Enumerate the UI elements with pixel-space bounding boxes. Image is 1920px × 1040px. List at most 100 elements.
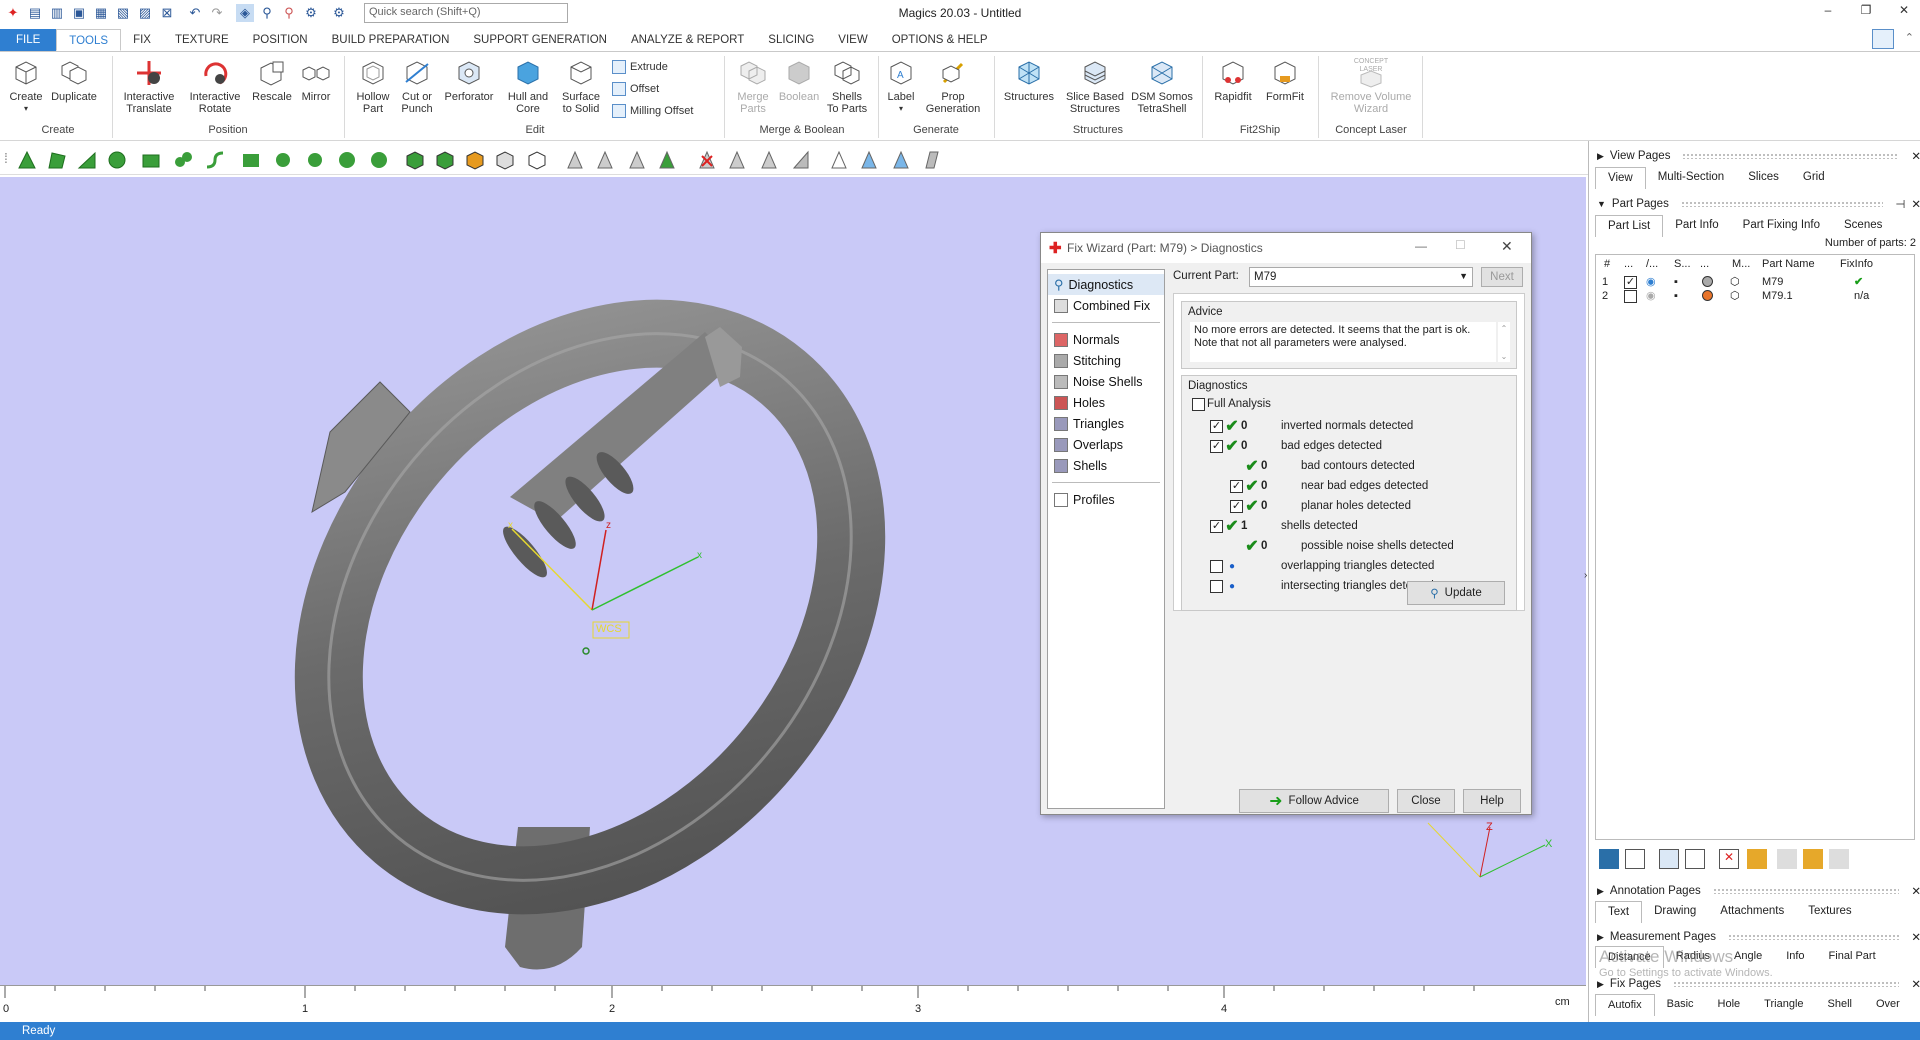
nav-shells[interactable]: Shells [1048,455,1164,476]
merge-parts-button[interactable]: Merge Parts [730,58,776,115]
label-button[interactable]: A Label ▾ [884,58,918,115]
hollow-part-button[interactable]: Hollow Part [352,58,394,115]
nav-holes[interactable]: Holes [1048,392,1164,413]
select-curve-icon[interactable] [204,150,226,170]
part-box-5-icon[interactable] [526,150,548,170]
settings-icon[interactable]: ⚙ [302,4,320,22]
select-clover-icon[interactable] [304,150,326,170]
close-button[interactable]: Close [1397,789,1455,813]
boolean-button[interactable]: Boolean [776,58,822,103]
close-icon[interactable]: ✕ [1911,884,1920,898]
full-analysis-row[interactable]: Full Analysis [1192,394,1271,414]
tab-hole[interactable]: Hole [1706,994,1753,1016]
delete-part-icon[interactable]: ✕ [1719,849,1739,869]
column-header[interactable]: ... [1700,255,1709,273]
nav-diagnostics[interactable]: ⚲ Diagnostics [1048,274,1164,295]
column-header[interactable]: ... [1624,255,1633,273]
color-dot[interactable] [1702,276,1713,287]
close-icon[interactable]: ✕ [1911,149,1920,163]
diag-checkbox[interactable]: ✓ [1230,499,1243,513]
triangle-tool-5-icon[interactable] [726,150,748,170]
tab-grid[interactable]: Grid [1791,167,1837,189]
tab-scenes[interactable]: Scenes [1832,215,1894,237]
prop-generation-button[interactable]: Prop Generation [920,58,986,115]
shading-icon[interactable]: ▪ [1674,289,1678,303]
tab-triangle[interactable]: Triangle [1752,994,1815,1016]
triangle-tool-icon[interactable] [564,150,586,170]
tab-position[interactable]: POSITION [241,29,320,51]
eye-icon[interactable]: ◉ [1646,289,1656,303]
splitter-handle-icon[interactable]: › [1584,570,1587,581]
select-surface-icon[interactable] [76,150,98,170]
save-icon[interactable]: ▣ [70,4,88,22]
column-header[interactable]: S... [1674,255,1691,273]
nav-noise-shells[interactable]: Noise Shells [1048,371,1164,392]
select-flower-icon[interactable] [272,150,294,170]
tab-angle[interactable]: Angle [1722,946,1774,968]
undo-icon[interactable]: ↶ [186,4,204,22]
row-checkbox[interactable] [1624,290,1637,303]
fix-pages-header[interactable]: ▶ Fix Pages ✕ [1589,975,1920,993]
nav-combined-fix[interactable]: Combined Fix [1048,295,1164,316]
part-action-icon[interactable] [1829,849,1849,869]
annotation-pages-header[interactable]: ▶ Annotation Pages ✕ [1589,882,1920,900]
duplicate-button[interactable]: Duplicate [48,58,100,103]
nav-overlaps[interactable]: Overlaps [1048,434,1164,455]
create-button[interactable]: Create ▾ [8,58,44,115]
interactive-translate-button[interactable]: Interactive Translate [118,58,180,115]
quick-search-input[interactable]: Quick search (Shift+Q) [364,3,568,23]
tab-attachments[interactable]: Attachments [1708,901,1796,923]
triangle-tool-6-icon[interactable] [758,150,780,170]
formfit-button[interactable]: FormFit [1260,58,1310,103]
import-icon[interactable]: ▧ [114,4,132,22]
next-button[interactable]: Next [1481,267,1523,287]
select-wheel-icon[interactable] [336,150,358,170]
diag-checkbox[interactable]: ✓ [1210,419,1223,433]
part-action-icon[interactable] [1747,849,1767,869]
triangle-tool-2-icon[interactable] [594,150,616,170]
tab-slicing[interactable]: SLICING [756,29,826,51]
restore-button[interactable]: ❐ [1854,3,1878,21]
color-dot[interactable] [1702,290,1713,301]
rapidfit-button[interactable]: Rapidfit [1208,58,1258,103]
select-star-icon[interactable] [368,150,390,170]
current-part-select[interactable]: M79 ▼ [1249,267,1473,287]
advice-scrollbar[interactable]: ⌃ ⌄ [1498,322,1510,362]
close-window-button[interactable]: ✕ [1892,3,1916,21]
minimize-button[interactable]: – [1816,3,1840,21]
tab-tools[interactable]: TOOLS [56,29,122,51]
help-button[interactable]: Help [1463,789,1521,813]
part-action-icon[interactable] [1685,849,1705,869]
slice-based-structures-button[interactable]: Slice Based Structures [1062,58,1128,115]
column-header[interactable]: /... [1646,255,1658,273]
triangle-tool-8-icon[interactable] [828,150,850,170]
triangle-tool-4-icon[interactable] [656,150,678,170]
dsm-somos-tetrashell-button[interactable]: DSM Somos TetraShell [1130,58,1194,115]
tab-analyze-report[interactable]: ANALYZE & REPORT [619,29,756,51]
shading-icon[interactable]: ▪ [1674,275,1678,289]
tab-options-help[interactable]: OPTIONS & HELP [880,29,1000,51]
select-icon[interactable]: ◈ [236,4,254,22]
delete-icon[interactable]: ⊠ [158,4,176,22]
rescale-button[interactable]: Rescale [250,58,294,103]
shells-to-parts-button[interactable]: Shells To Parts [824,58,870,115]
row-checkbox[interactable]: ✓ [1624,276,1637,289]
part-action-icon[interactable] [1625,849,1645,869]
dialog-maximize-button[interactable]: ☐ [1455,238,1466,252]
nav-triangles[interactable]: Triangles [1048,413,1164,434]
tab-final-part[interactable]: Final Part [1817,946,1888,968]
view-pages-header[interactable]: ▶ View Pages ✕ [1589,147,1920,165]
nav-profiles[interactable]: Profiles [1048,489,1164,510]
tab-build-preparation[interactable]: BUILD PREPARATION [320,29,462,51]
update-button[interactable]: ⚲ Update [1407,581,1505,605]
triangle-tool-11-icon[interactable] [920,150,942,170]
triangle-tool-3-icon[interactable] [626,150,648,170]
table-row[interactable]: 1 ✓ ◉ ▪ ⬡ M79 ✔ [1596,275,1914,289]
save-as-icon[interactable]: ▨ [136,4,154,22]
nav-normals[interactable]: Normals [1048,329,1164,350]
nav-stitching[interactable]: Stitching [1048,350,1164,371]
dialog-close-icon[interactable]: ✕ [1501,238,1513,255]
close-icon[interactable]: ✕ [1911,977,1920,991]
structures-button[interactable]: Structures [1000,58,1058,103]
milling-offset-button[interactable]: Milling Offset [612,104,693,118]
